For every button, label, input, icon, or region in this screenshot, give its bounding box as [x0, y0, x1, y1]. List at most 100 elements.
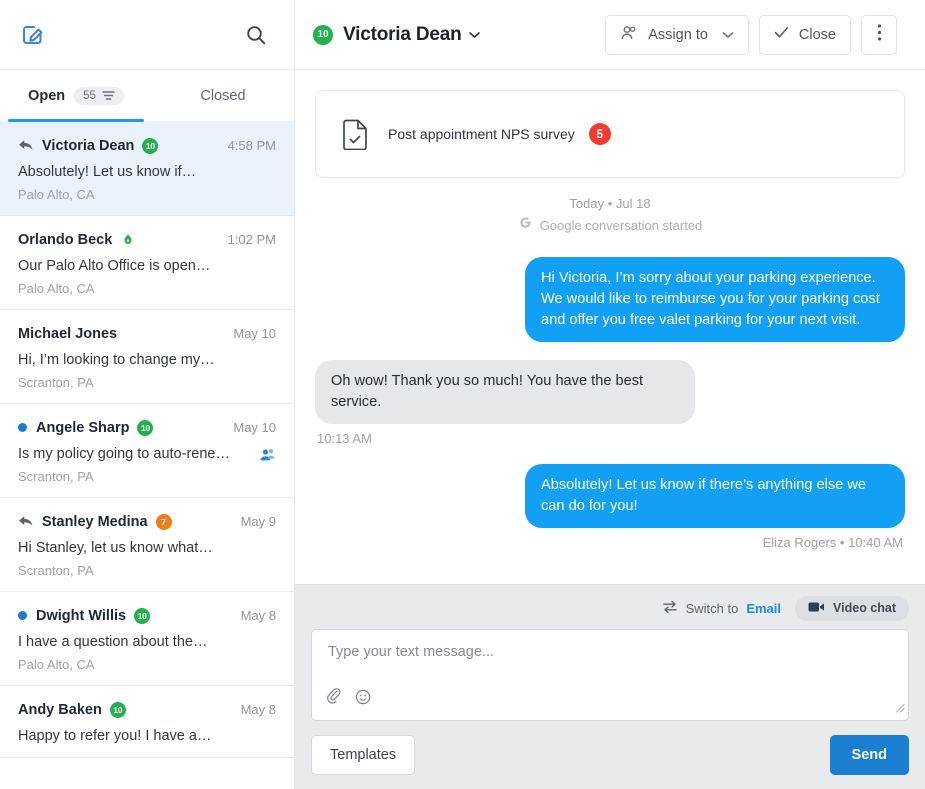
search-icon[interactable] [242, 21, 270, 49]
header-rating-badge: 10 [313, 25, 333, 45]
conversation-rating-badge: 7 [156, 514, 172, 530]
google-g-icon [518, 215, 533, 235]
conversation-status-drop-icon [120, 232, 136, 248]
chevron-down-icon[interactable] [469, 31, 480, 39]
outgoing-message-bubble: Hi Victoria, I’m sorry about your parkin… [525, 257, 905, 342]
assignee-avatar-icon [251, 447, 276, 462]
conversation-list-item[interactable]: Michael Jones May 10 Hi, I’m looking to ch… [0, 310, 294, 404]
conversation-item-header: Dwight Willis 10 May 8 [18, 606, 276, 625]
conversation-item-time: 4:58 PM [228, 138, 276, 153]
conversation-rating-badge: 10 [137, 420, 153, 436]
conversation-item-name: Angele Sharp [36, 420, 129, 436]
conversation-item-preview: Is my policy going to auto-rene… [18, 446, 276, 462]
conversation-item-preview: Our Palo Alto Office is open… [18, 258, 276, 274]
assign-to-label: Assign to [648, 27, 708, 43]
header-actions: Assign to Close [605, 15, 897, 55]
check-icon [774, 26, 789, 43]
conversation-item-header: Orlando Beck1:02 PM [18, 230, 276, 249]
conversation-list-item[interactable]: Dwight Willis 10 May 8 I have a question ab… [0, 592, 294, 686]
emoji-smiley-icon[interactable] [355, 689, 371, 710]
conversation-item-location: Scranton, PA [18, 563, 276, 578]
conversation-preview-text: I have a question about the… [18, 634, 207, 650]
conversation-item-name: Dwight Willis [36, 608, 126, 624]
switch-to-email-prefix: Switch to [686, 601, 739, 616]
conversation-list-item[interactable]: Orlando Beck1:02 PM Our Palo Alto Office … [0, 216, 294, 310]
video-chat-label: Video chat [833, 601, 896, 615]
conversation-list-item[interactable]: Victoria Dean 10 4:58 PM Absolutely! Let us… [0, 122, 294, 216]
reply-arrow-icon [18, 139, 34, 153]
video-chat-button[interactable]: Video chat [795, 596, 909, 621]
conversation-item-header: Michael Jones May 10 [18, 324, 276, 343]
more-options-button[interactable] [861, 15, 897, 55]
conversation-item-header: Stanley Medina7May 9 [18, 512, 276, 531]
incoming-message-bubble: Oh wow! Thank you so much! You have the … [315, 360, 695, 424]
message-thread: Post appointment NPS survey 5 Today • Ju… [295, 70, 925, 584]
conversation-item-header: Victoria Dean 10 4:58 PM [18, 136, 276, 155]
survey-card[interactable]: Post appointment NPS survey 5 [315, 90, 905, 178]
conversation-item-time: May 9 [241, 514, 276, 529]
filter-icon [102, 90, 115, 101]
composer-toolbar: Switch to Email Video chat [311, 593, 909, 623]
conversation-list-item[interactable]: Andy Baken10May 8 Happy to refer you! I h… [0, 686, 294, 758]
message-input-wrapper[interactable]: Type your text message... [311, 629, 909, 721]
compose-pencil-icon[interactable] [18, 20, 48, 50]
switch-to-email-link[interactable]: Email [746, 601, 781, 616]
conversation-preview-text: Happy to refer you! I have a… [18, 728, 211, 744]
conversation-item-preview: Hi Stanley, let us know what… [18, 540, 276, 556]
video-camera-icon [808, 601, 825, 616]
conversation-item-location: Palo Alto, CA [18, 187, 276, 202]
conversation-item-name: Victoria Dean [42, 138, 134, 154]
paperclip-icon[interactable] [326, 688, 342, 710]
input-tools [326, 688, 371, 710]
tab-closed[interactable]: Closed [152, 70, 294, 121]
conversation-item-preview: I have a question about the… [18, 634, 276, 650]
tab-open[interactable]: Open 55 [0, 70, 152, 121]
inbox-app: Open 55 Closed Victoria Dean 10 4:58 PM Abs… [0, 0, 925, 789]
conversation-rating-badge: 10 [134, 608, 150, 624]
conversation-list-item[interactable]: Angele Sharp 10 May 10Is my policy going t… [0, 404, 294, 498]
conversation-item-location: Palo Alto, CA [18, 281, 276, 296]
channel-started-text: Google conversation started [540, 218, 703, 233]
conversation-header: 10 Victoria Dean Assign to [295, 0, 925, 70]
open-count-pill[interactable]: 55 [74, 87, 124, 105]
conversation-list[interactable]: Victoria Dean 10 4:58 PM Absolutely! Let us… [0, 122, 294, 789]
channel-started-line: Google conversation started [315, 215, 905, 235]
conversation-list-panel: Open 55 Closed Victoria Dean 10 4:58 PM Abs… [0, 0, 295, 789]
unread-dot [18, 611, 27, 620]
conversation-list-item[interactable]: Stanley Medina7May 9Hi Stanley, let us k… [0, 498, 294, 592]
conversation-item-name: Michael Jones [18, 326, 117, 342]
conversation-item-location: Palo Alto, CA [18, 657, 276, 672]
outgoing-message-bubble: Absolutely! Let us know if there’s anyth… [525, 464, 905, 528]
resize-grip-icon[interactable] [894, 700, 905, 718]
conversation-item-preview: Happy to refer you! I have a… [18, 728, 276, 744]
tab-closed-label: Closed [200, 88, 245, 104]
close-button-label: Close [799, 27, 836, 43]
more-vertical-icon [877, 23, 882, 46]
message-bubbles: Hi Victoria, I’m sorry about your parkin… [315, 239, 905, 550]
conversation-item-preview: Hi, I’m looking to change my… [18, 352, 276, 368]
message-input-placeholder[interactable]: Type your text message... [328, 644, 892, 660]
message-meta: 10:13 AM [315, 431, 905, 446]
page-title: Victoria Dean [343, 24, 462, 46]
message-row: Absolutely! Let us know if there’s anyth… [315, 464, 905, 528]
conversation-preview-text: Absolutely! Let us know if… [18, 164, 196, 180]
day-label: Today • Jul 18 [315, 196, 905, 211]
templates-button[interactable]: Templates [311, 735, 415, 775]
conversation-item-time: May 8 [241, 608, 276, 623]
conversation-item-time: May 10 [233, 326, 276, 341]
conversation-item-time: May 10 [233, 420, 276, 435]
conversation-item-header: Andy Baken10May 8 [18, 700, 276, 719]
conversation-detail-panel: 10 Victoria Dean Assign to [295, 0, 925, 789]
send-button[interactable]: Send [830, 735, 909, 775]
close-conversation-button[interactable]: Close [759, 15, 851, 55]
assign-to-button[interactable]: Assign to [605, 15, 749, 55]
conversation-preview-text: Is my policy going to auto-rene… [18, 446, 230, 462]
switch-to-email-button[interactable]: Switch to Email [662, 600, 781, 617]
conversation-preview-text: Our Palo Alto Office is open… [18, 258, 210, 274]
unread-dot [18, 423, 27, 432]
survey-badge: 5 [589, 123, 611, 145]
person-assign-icon [620, 24, 638, 46]
list-header [0, 0, 294, 70]
message-row: Oh wow! Thank you so much! You have the … [315, 360, 905, 424]
conversation-rating-badge: 10 [142, 138, 158, 154]
